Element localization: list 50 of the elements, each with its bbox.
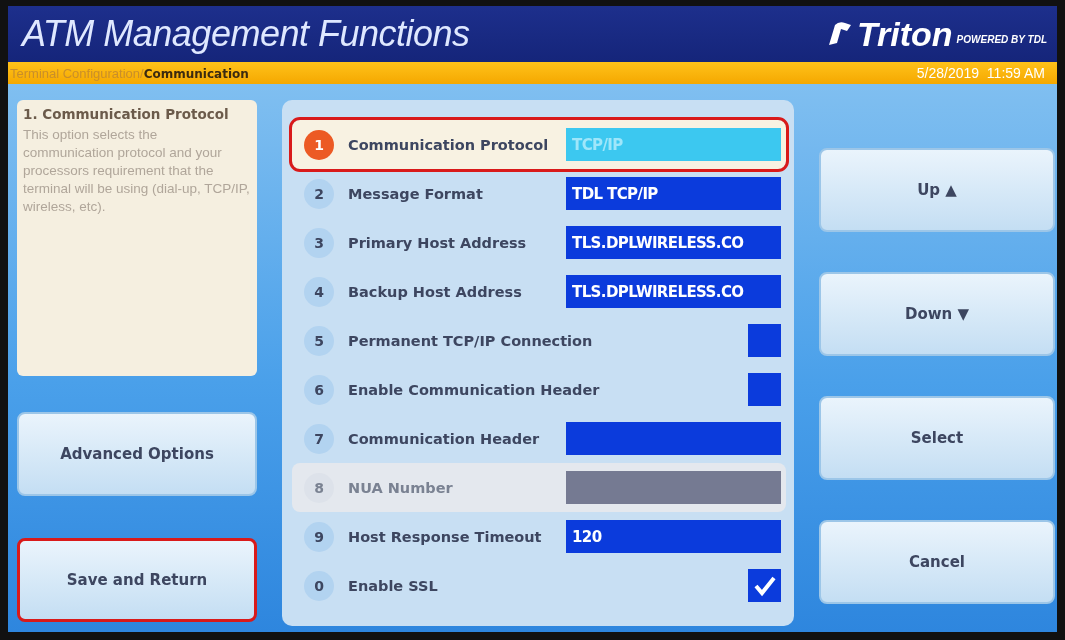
option-number: 1	[304, 129, 334, 160]
option-number: 2	[304, 178, 334, 209]
option-label: Primary Host Address	[348, 234, 528, 251]
option-number: 9	[304, 521, 334, 552]
option-row[interactable]: 5 Permanent TCP/IP Connection	[292, 316, 786, 365]
value-field[interactable]: 120	[566, 520, 781, 553]
screen-title: ATM Management Functions	[22, 13, 470, 55]
option-number: 4	[304, 276, 334, 307]
help-text: This option selects the communication protocol and your processors requirement that the terminal will be using (dial-up, TCP/IP, wireless, etc).	[23, 126, 251, 216]
menu-button[interactable]: Advanced Options	[17, 412, 257, 496]
checkbox[interactable]	[748, 324, 781, 357]
option-number: 8	[304, 472, 334, 503]
nav-button[interactable]: Up ▲	[819, 148, 1055, 232]
option-number: 0	[304, 570, 334, 601]
option-label: Communication Protocol	[348, 136, 550, 153]
option-number: 3	[304, 227, 334, 258]
option-label: Host Response Timeout	[348, 528, 543, 545]
nav-button[interactable]: Cancel	[819, 520, 1055, 604]
option-label: Message Format	[348, 185, 484, 202]
value-field[interactable]: TDL TCP/IP	[566, 177, 781, 210]
option-row[interactable]: 1 Communication Protocol TCP/IP	[292, 120, 786, 169]
value-field[interactable]	[566, 422, 781, 455]
option-row[interactable]: 2 Message Format TDL TCP/IP	[292, 169, 786, 218]
option-number: 5	[304, 325, 334, 356]
option-label: Enable SSL	[348, 577, 439, 594]
logo-tagline: POWERED BY TDL	[956, 33, 1047, 45]
checkbox[interactable]	[748, 373, 781, 406]
option-label: Backup Host Address	[348, 283, 523, 300]
date-time: 5/28/2019 11:59 AM	[916, 65, 1045, 81]
option-label: NUA Number	[348, 479, 454, 496]
option-row[interactable]: 6 Enable Communication Header	[292, 365, 786, 414]
option-label: Enable Communication Header	[348, 381, 601, 398]
option-row[interactable]: 7 Communication Header	[292, 414, 786, 463]
value-field[interactable]: TLS.DPLWIRELESS.CO	[566, 226, 781, 259]
option-row[interactable]: 9 Host Response Timeout 120	[292, 512, 786, 561]
option-number: 6	[304, 374, 334, 405]
option-row[interactable]: 0 Enable SSL	[292, 561, 786, 610]
check-icon	[752, 574, 777, 597]
menu-button[interactable]: Save and Return	[17, 538, 257, 622]
nav-button[interactable]: Select	[819, 396, 1055, 480]
option-row[interactable]: 3 Primary Host Address TLS.DPLWIRELESS.CO	[292, 218, 786, 267]
option-row[interactable]: 4 Backup Host Address TLS.DPLWIRELESS.CO	[292, 267, 786, 316]
option-label: Permanent TCP/IP Connection	[348, 332, 594, 349]
checkbox[interactable]	[748, 569, 781, 602]
help-title: 1. Communication Protocol	[23, 106, 230, 122]
value-field[interactable]: TLS.DPLWIRELESS.CO	[566, 275, 781, 308]
option-number: 7	[304, 423, 334, 454]
logo-brand: Triton	[856, 14, 953, 54]
nav-button[interactable]: Down ▼	[819, 272, 1055, 356]
option-label: Communication Header	[348, 430, 541, 447]
